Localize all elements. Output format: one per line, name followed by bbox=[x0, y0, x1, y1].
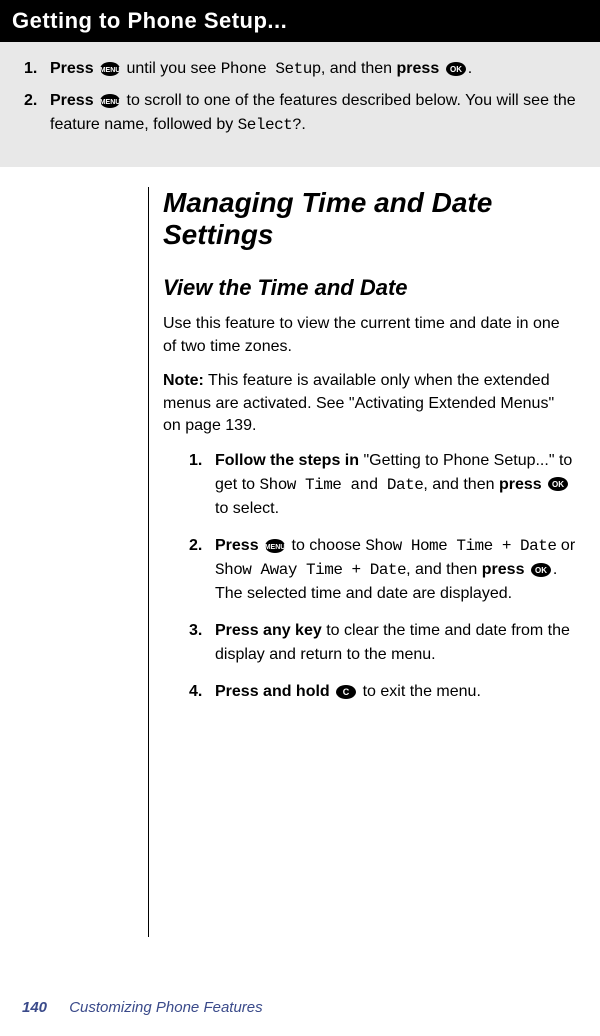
text: until you see bbox=[122, 60, 221, 77]
menu-icon: MENU bbox=[99, 93, 121, 109]
svg-text:C: C bbox=[343, 687, 350, 697]
mono-text: Show Time and Date bbox=[259, 476, 423, 494]
text: or bbox=[556, 537, 575, 554]
setup-steps-list: 1. Press MENU until you see Phone Setup,… bbox=[24, 57, 576, 137]
step-content: Press MENU until you see Phone Setup, an… bbox=[50, 57, 576, 81]
text: , and then bbox=[406, 561, 482, 578]
menu-icon: MENU bbox=[264, 538, 286, 554]
press-label: Press bbox=[50, 92, 94, 109]
text: to select. bbox=[215, 500, 279, 517]
step-number: 1. bbox=[189, 449, 215, 520]
press-label: press bbox=[397, 60, 440, 77]
svg-text:OK: OK bbox=[535, 566, 547, 575]
note-text: This feature is available only when the … bbox=[163, 372, 554, 434]
section-title: Managing Time and Date Settings bbox=[163, 187, 576, 251]
svg-text:MENU: MENU bbox=[265, 544, 286, 551]
inner-step-2: 2. Press MENU to choose Show Home Time +… bbox=[189, 534, 576, 606]
mono-text: Phone Setup bbox=[221, 60, 321, 78]
subsection-title: View the Time and Date bbox=[163, 275, 576, 301]
note-paragraph: Note: This feature is available only whe… bbox=[163, 370, 576, 437]
title-bar: Getting to Phone Setup... bbox=[0, 0, 600, 42]
bold-text: Follow the steps in bbox=[215, 452, 359, 469]
text: to choose bbox=[287, 537, 365, 554]
ok-icon: OK bbox=[547, 476, 569, 492]
page-number: 140 bbox=[22, 999, 47, 1016]
step-number: 4. bbox=[189, 680, 215, 703]
chapter-name: Customizing Phone Features bbox=[69, 999, 262, 1016]
mono-text: Show Home Time + Date bbox=[365, 537, 556, 555]
step-number: 3. bbox=[189, 619, 215, 665]
text: , and then bbox=[423, 476, 499, 493]
step-number: 2. bbox=[189, 534, 215, 606]
press-label: Press bbox=[215, 537, 259, 554]
inner-steps-list: 1. Follow the steps in "Getting to Phone… bbox=[163, 449, 576, 703]
mono-text: Show Away Time + Date bbox=[215, 561, 406, 579]
setup-step-2: 2. Press MENU to scroll to one of the fe… bbox=[24, 89, 576, 137]
inner-step-4: 4. Press and hold C to exit the menu. bbox=[189, 680, 576, 703]
step-content: Follow the steps in "Getting to Phone Se… bbox=[215, 449, 576, 520]
ok-icon: OK bbox=[445, 61, 467, 77]
text: , and then bbox=[321, 60, 397, 77]
mono-text: Select? bbox=[238, 116, 302, 134]
text: to exit the menu. bbox=[358, 683, 481, 700]
svg-text:OK: OK bbox=[450, 65, 462, 74]
setup-step-1: 1. Press MENU until you see Phone Setup,… bbox=[24, 57, 576, 81]
step-content: Press MENU to choose Show Home Time + Da… bbox=[215, 534, 576, 606]
svg-text:MENU: MENU bbox=[100, 67, 121, 74]
page-footer: 140 Customizing Phone Features bbox=[22, 999, 263, 1016]
press-label: Press bbox=[50, 60, 94, 77]
inner-step-1: 1. Follow the steps in "Getting to Phone… bbox=[189, 449, 576, 520]
step-content: Press any key to clear the time and date… bbox=[215, 619, 576, 665]
step-content: Press and hold C to exit the menu. bbox=[215, 680, 576, 703]
text: . bbox=[301, 116, 305, 133]
step-content: Press MENU to scroll to one of the featu… bbox=[50, 89, 576, 137]
c-icon: C bbox=[335, 684, 357, 700]
ok-icon: OK bbox=[530, 562, 552, 578]
text: to scroll to one of the features describ… bbox=[50, 92, 576, 133]
step-number: 2. bbox=[24, 89, 50, 137]
title-text: Getting to Phone Setup... bbox=[12, 8, 287, 33]
press-label: press bbox=[499, 476, 542, 493]
main-content: Managing Time and Date Settings View the… bbox=[148, 187, 600, 937]
inner-step-3: 3. Press any key to clear the time and d… bbox=[189, 619, 576, 665]
bold-text: Press any key bbox=[215, 622, 322, 639]
text: . bbox=[468, 60, 472, 77]
svg-text:OK: OK bbox=[552, 480, 564, 489]
step-number: 1. bbox=[24, 57, 50, 81]
intro-paragraph: Use this feature to view the current tim… bbox=[163, 313, 576, 358]
svg-text:MENU: MENU bbox=[100, 99, 121, 106]
press-label: press bbox=[482, 561, 525, 578]
note-label: Note: bbox=[163, 372, 204, 389]
bold-text: Press and hold bbox=[215, 683, 330, 700]
setup-instructions-box: 1. Press MENU until you see Phone Setup,… bbox=[0, 42, 600, 167]
menu-icon: MENU bbox=[99, 61, 121, 77]
